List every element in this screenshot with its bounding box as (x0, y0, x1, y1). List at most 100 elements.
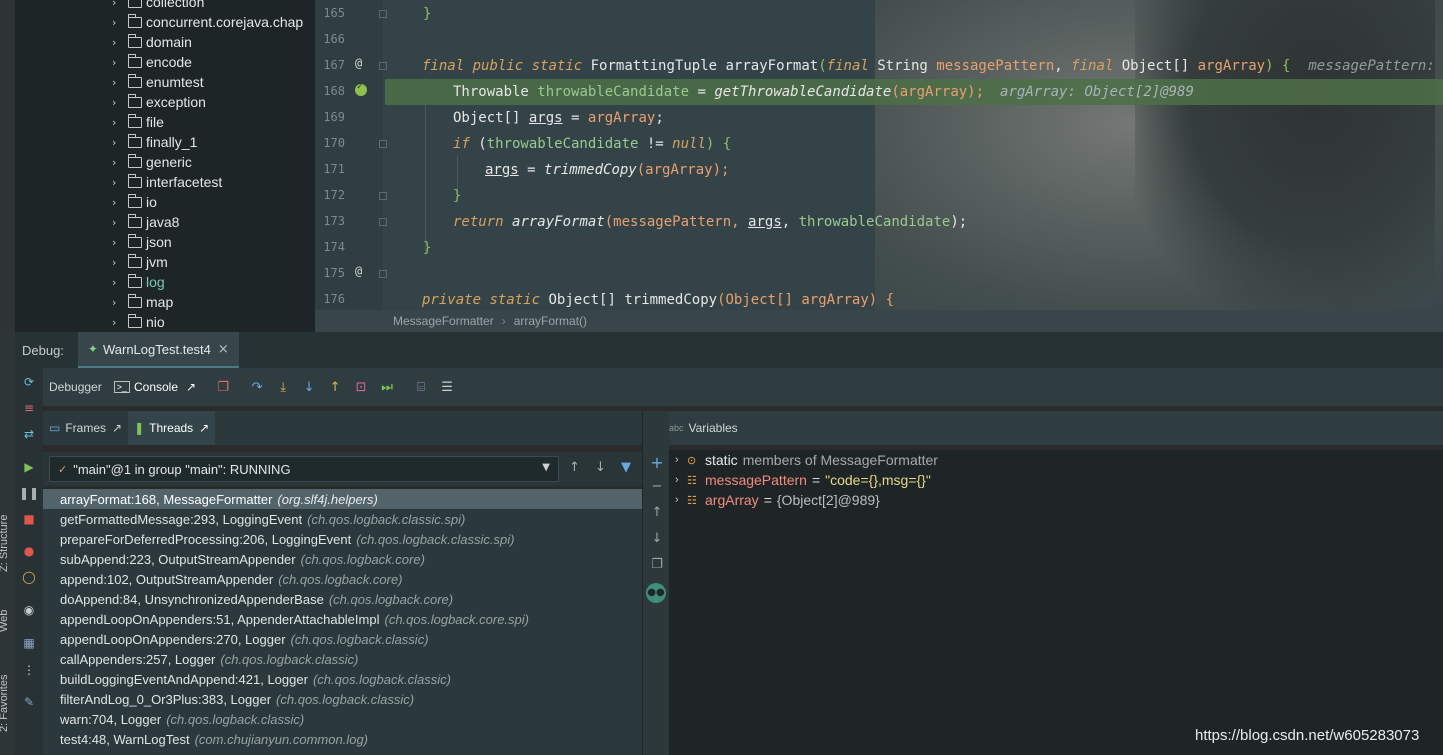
tree-item-io[interactable]: › io (112, 192, 157, 212)
thread-select[interactable]: ✓ "main"@1 in group "main": RUNNING ▼ (49, 456, 559, 482)
code-line-167[interactable]: final public static FormattingTuple arra… (385, 53, 1443, 79)
stack-frame[interactable]: warn:704, Logger (ch.qos.logback.classic) (43, 709, 642, 729)
step-into-icon[interactable]: ⤓ (270, 380, 296, 395)
drop-frame-icon[interactable]: ⊡ (348, 380, 374, 395)
tree-item-generic[interactable]: › generic (112, 152, 192, 172)
glasses-icon[interactable]: ●● (646, 583, 666, 603)
chevron-right-icon[interactable]: › (112, 196, 124, 209)
tree-item-concurrent-corejava-chap[interactable]: › concurrent.corejava.chap (112, 12, 303, 32)
remove-watch-icon[interactable]: − (649, 479, 665, 494)
tree-item-map[interactable]: › map (112, 292, 173, 312)
line-number[interactable]: 166 (315, 32, 345, 46)
code-editor[interactable]: 165 166 167 168 169 170 171 172 173 174 175 176 @ @ }… (315, 0, 1443, 310)
chevron-right-icon[interactable]: › (112, 276, 124, 289)
line-number[interactable]: 165 (315, 6, 345, 20)
chevron-right-icon[interactable]: › (675, 494, 687, 506)
method-impl-icon[interactable]: @ (355, 56, 362, 70)
variable-row-static[interactable]: › ⊙ static members of MessageFormatter (675, 450, 938, 470)
tab-debugger[interactable]: Debugger (43, 368, 108, 406)
chevron-right-icon[interactable]: › (112, 316, 124, 329)
chevron-right-icon[interactable]: › (675, 474, 687, 486)
line-number[interactable]: 171 (315, 162, 345, 176)
fold-marker-icon[interactable] (379, 270, 387, 278)
structure-tool-label[interactable]: Z: Structure (0, 515, 10, 572)
copy-icon[interactable]: ❐ (649, 557, 665, 572)
stack-frame[interactable]: callAppenders:257, Logger (ch.qos.logback… (43, 649, 642, 669)
tree-item-jvm[interactable]: › jvm (112, 252, 168, 272)
stack-frame[interactable]: getFormattedMessage:293, LoggingEvent (ch… (43, 509, 642, 529)
tab-frames[interactable]: ▭ Frames ↗ (43, 411, 128, 445)
chevron-right-icon[interactable]: › (112, 36, 124, 49)
code-line-173[interactable]: return arrayFormat (messagePattern, args… (385, 209, 1443, 235)
tab-threads[interactable]: ❚ Threads ↗ (128, 411, 216, 445)
code-line-168-current[interactable]: Throwable throwableCandidate = getThrowa… (385, 79, 1443, 105)
breakpoint-check-icon[interactable] (355, 82, 367, 96)
chevron-right-icon[interactable]: › (112, 236, 124, 249)
pin-icon[interactable]: ✎ (21, 694, 37, 710)
resume-icon[interactable]: ▶ (21, 459, 37, 475)
code-line-172[interactable]: } (385, 183, 1443, 209)
rerun-icon[interactable]: ⟳ (21, 374, 37, 390)
chevron-right-icon[interactable]: › (112, 216, 124, 229)
trace-icon[interactable]: ☰ (434, 380, 460, 395)
tree-item-nio[interactable]: › nio (112, 312, 165, 332)
chevron-right-icon[interactable]: › (112, 56, 124, 69)
code-line-165[interactable]: } (385, 1, 1443, 27)
arrow-up-icon[interactable]: ↑ (569, 460, 580, 475)
frames-icon[interactable]: ❐ (210, 380, 236, 395)
chevron-right-icon[interactable]: › (112, 116, 124, 129)
view-breakpoints-icon[interactable]: ● (21, 543, 37, 559)
stack-frame[interactable]: filterAndLog_0_Or3Plus:383, Logger (ch.qo… (43, 689, 642, 709)
tree-item-exception[interactable]: › exception (112, 92, 206, 112)
line-number[interactable]: 169 (315, 110, 345, 124)
tree-item-enumtest[interactable]: › enumtest (112, 72, 204, 92)
move-up-icon[interactable]: ↑ (649, 505, 665, 520)
line-number[interactable]: 174 (315, 240, 345, 254)
more-icon[interactable]: ⋮ (21, 662, 37, 678)
code-line-171[interactable]: args = trimmedCopy (argArray); (385, 157, 1443, 183)
stop-icon[interactable]: ■ (21, 511, 37, 527)
tab-console[interactable]: >_ Console ↗ (108, 368, 202, 406)
stack-frame[interactable]: test4:48, WarnLogTest (com.chujianyun.com… (43, 729, 642, 749)
swap-icon[interactable]: ⇄ (21, 426, 37, 442)
tree-item-interfacetest[interactable]: › interfacetest (112, 172, 222, 192)
chevron-right-icon[interactable]: › (112, 76, 124, 89)
step-over-icon[interactable]: ↷ (244, 380, 270, 395)
breadcrumb-class[interactable]: MessageFormatter (393, 314, 494, 328)
tree-item-java8[interactable]: › java8 (112, 212, 179, 232)
breadcrumb-method[interactable]: arrayFormat() (514, 314, 587, 328)
debug-session-tab[interactable]: ✦ WarnLogTest.test4 × (77, 332, 239, 368)
tree-item-collection[interactable]: › collection (112, 0, 204, 12)
layout-icon[interactable]: ▦ (21, 635, 37, 651)
pause-icon[interactable]: ❚❚ (19, 485, 39, 501)
line-number[interactable]: 167 (315, 58, 345, 72)
move-down-icon[interactable]: ↓ (649, 531, 665, 546)
tree-item-json[interactable]: › json (112, 232, 172, 252)
filter-icon[interactable]: ▼ (621, 460, 631, 475)
chevron-right-icon[interactable]: › (112, 176, 124, 189)
chevron-right-icon[interactable]: › (112, 16, 124, 29)
line-number[interactable]: 173 (315, 214, 345, 228)
editor-gutter[interactable]: 165 166 167 168 169 170 171 172 173 174 175 176 @ @ (315, 0, 387, 310)
stack-frame[interactable]: append:102, OutputStreamAppender (ch.qos.… (43, 569, 642, 589)
web-tool-label[interactable]: Web (0, 610, 10, 632)
favorites-tool-label[interactable]: 2: Favorites (0, 675, 10, 732)
mute-breakpoints-icon[interactable]: ◯ (21, 569, 37, 585)
tree-item-domain[interactable]: › domain (112, 32, 192, 52)
code-line-170[interactable]: if ( throwableCandidate != null ) { (385, 131, 1443, 157)
stack-frame[interactable]: appendLoopOnAppenders:51, AppenderAttach… (43, 609, 642, 629)
method-impl-icon[interactable]: @ (355, 264, 362, 278)
force-step-into-icon[interactable]: ↓ (296, 380, 322, 395)
stack-frame[interactable]: subAppend:223, OutputStreamAppender (ch.q… (43, 549, 642, 569)
close-icon[interactable]: × (218, 342, 229, 357)
clear-icon[interactable]: ≡ (21, 400, 37, 416)
stack-frame[interactable]: prepareForDeferredProcessing:206, Loggin… (43, 529, 642, 549)
code-line-169[interactable]: Object[] args = argArray ; (385, 105, 1443, 131)
variable-row-argArray[interactable]: › ☷ argArray = {Object[2]@989} (675, 490, 880, 510)
line-number[interactable]: 168 (315, 84, 345, 98)
line-number[interactable]: 175 (315, 266, 345, 280)
evaluate-icon[interactable]: ⌸ (408, 380, 434, 395)
camera-icon[interactable]: ◉ (21, 602, 37, 618)
line-number[interactable]: 176 (315, 292, 345, 306)
stack-frame[interactable]: buildLoggingEventAndAppend:421, Logger (c… (43, 669, 642, 689)
